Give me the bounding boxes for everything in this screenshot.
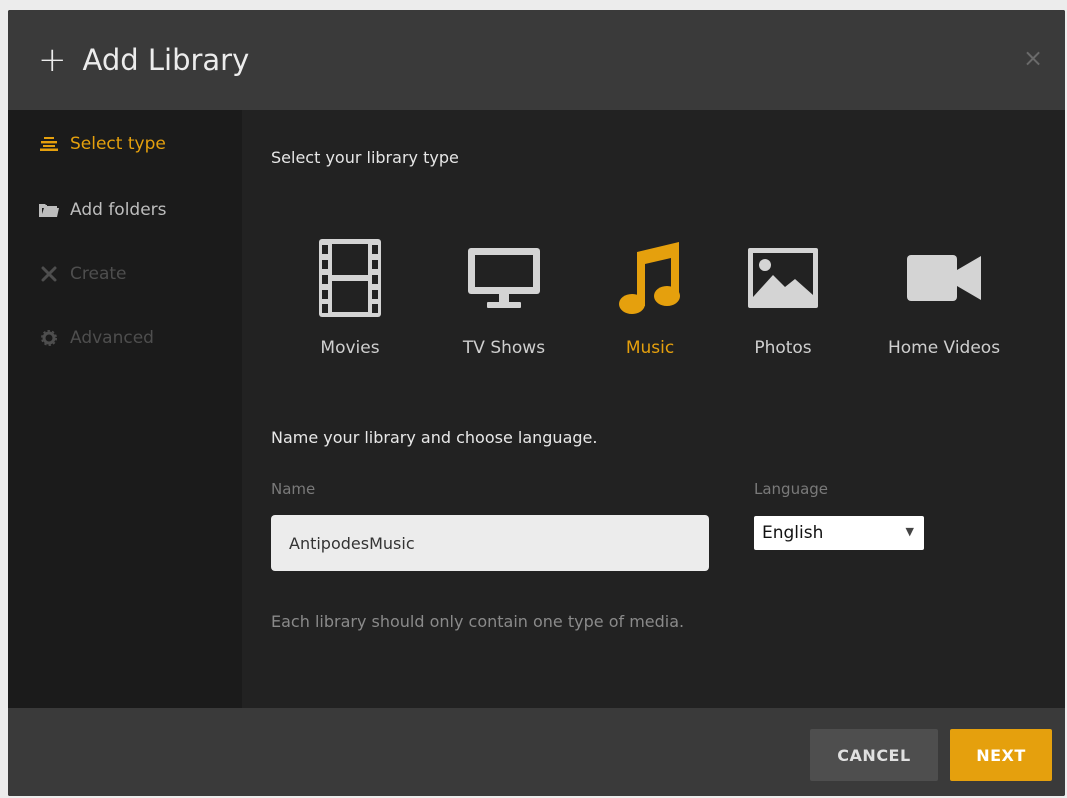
close-icon[interactable]: × [1021, 46, 1045, 70]
sidebar-item-label: Add folders [70, 200, 167, 220]
plus-icon: + [38, 40, 67, 80]
library-type-label: Music [625, 338, 675, 358]
add-library-dialog: + Add Library × Select type Add folders … [8, 10, 1065, 796]
library-type-home-videos[interactable]: Home Videos [874, 238, 1014, 358]
library-type-music[interactable]: Music [590, 238, 710, 358]
library-type-photos[interactable]: Photos [723, 238, 843, 358]
chevron-down-icon: ▼ [905, 525, 914, 538]
stack-icon [38, 136, 60, 152]
sidebar-item-add-folders[interactable]: Add folders [38, 200, 167, 220]
sidebar-item-create: Create [38, 264, 127, 284]
video-camera-icon [907, 255, 981, 301]
library-type-label: Movies [320, 338, 380, 358]
library-name-input[interactable] [271, 515, 709, 571]
library-type-tv-shows[interactable]: TV Shows [444, 238, 564, 358]
sidebar-item-label: Select type [70, 134, 166, 154]
gear-icon [38, 330, 60, 346]
steps-sidebar: Select type Add folders Create Advanced [8, 110, 242, 708]
library-type-label: Photos [754, 338, 812, 358]
next-button[interactable]: NEXT [950, 729, 1052, 781]
dialog-title-text: Add Library [82, 43, 250, 77]
sidebar-item-label: Create [70, 264, 127, 284]
name-label: Name [271, 480, 316, 498]
language-select-value: English [762, 523, 824, 543]
film-icon [319, 239, 381, 317]
name-section-heading: Name your library and choose language. [271, 428, 598, 447]
language-select[interactable]: English ▼ [754, 516, 924, 550]
main-panel: Select your library type Movies TV Shows… [242, 110, 1065, 708]
sidebar-item-label: Advanced [70, 328, 154, 348]
music-note-icon [619, 242, 680, 314]
library-type-label: Home Videos [887, 338, 1001, 358]
library-note: Each library should only contain one typ… [271, 612, 685, 631]
library-type-heading: Select your library type [271, 148, 459, 167]
dialog-title: + Add Library [38, 43, 249, 77]
cancel-button[interactable]: CANCEL [810, 729, 938, 781]
image-icon [748, 248, 818, 308]
dialog-header: + Add Library × [8, 10, 1065, 110]
folder-icon [38, 202, 60, 218]
sidebar-item-select-type[interactable]: Select type [38, 134, 166, 154]
library-type-movies[interactable]: Movies [290, 238, 410, 358]
library-type-label: TV Shows [462, 338, 546, 358]
tools-icon [38, 266, 60, 282]
monitor-icon [468, 248, 540, 308]
dialog-footer: CANCEL NEXT [8, 708, 1065, 796]
language-label: Language [754, 480, 829, 498]
sidebar-item-advanced: Advanced [38, 328, 154, 348]
